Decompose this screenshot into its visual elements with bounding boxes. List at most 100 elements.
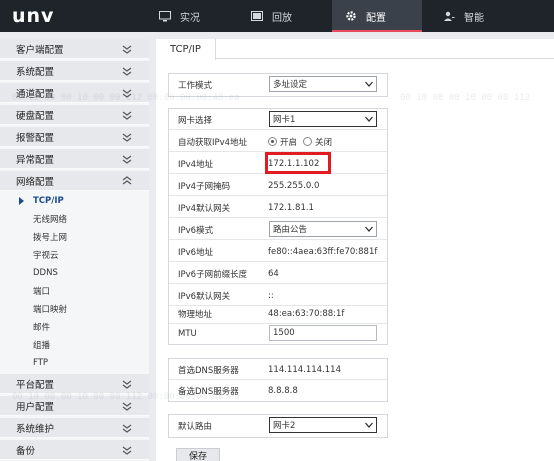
ipv6-mode-value: 路由公告 bbox=[273, 225, 308, 235]
row-nic-select: 网卡选择 网卡1 bbox=[169, 109, 387, 130]
chevron-down-icon bbox=[122, 424, 132, 433]
sidebar-item-exception-config[interactable]: 异常配置 bbox=[0, 149, 149, 169]
sidebar-sub-email[interactable]: 邮件 bbox=[0, 318, 149, 336]
row-mac-address: 物理地址 48:ea:63:70:88:1f bbox=[169, 303, 387, 324]
dns-primary-value: 114.114.114.114 bbox=[268, 364, 342, 375]
chevron-down-icon bbox=[122, 402, 132, 411]
work-mode-select[interactable]: 多址设定 bbox=[269, 76, 377, 92]
sidebar-sub-label: 组播 bbox=[33, 341, 51, 351]
mac-address-value: 48:ea:63:70:88:1f bbox=[268, 308, 345, 319]
chevron-down-icon bbox=[122, 67, 132, 76]
row-work-mode: 工作模式 多址设定 bbox=[169, 74, 387, 95]
sidebar-sub-label: 端口 bbox=[33, 287, 51, 297]
sidebar-item-label: 客户端配置 bbox=[16, 44, 64, 56]
nav-smart[interactable]: 智能 bbox=[430, 0, 520, 32]
row-ipv4-gateway: IPv4默认网关 172.1.81.1 bbox=[169, 197, 387, 218]
chevron-down-icon bbox=[122, 380, 132, 389]
tab-tcpip[interactable]: TCP/IP bbox=[156, 39, 216, 60]
panel-tab-bar: TCP/IP bbox=[156, 39, 554, 60]
sidebar-sub-dialup[interactable]: 拨号上网 bbox=[0, 228, 149, 246]
chevron-down-icon bbox=[122, 89, 132, 98]
row-dns-primary: 首选DNS服务器 114.114.114.114 bbox=[169, 359, 387, 380]
sidebar-item-network-config[interactable]: 网络配置 bbox=[0, 171, 149, 191]
ipv4-mask-value: 255.255.0.0 bbox=[268, 180, 320, 191]
nic-select[interactable]: 网卡1 bbox=[269, 111, 377, 127]
ipv6-mode-label: IPv6模式 bbox=[178, 225, 214, 236]
sidebar-sub-port-mapping[interactable]: 端口映射 bbox=[0, 300, 149, 318]
save-button[interactable]: 保存 bbox=[176, 448, 220, 461]
dhcp-radio-group: 开启 关闭 bbox=[268, 131, 338, 152]
default-route-label: 默认路由 bbox=[178, 421, 213, 432]
chevron-down-icon bbox=[122, 446, 132, 455]
sidebar-item-disk-config[interactable]: 硬盘配置 bbox=[0, 105, 149, 125]
dhcp-off-label: 关闭 bbox=[315, 137, 333, 148]
sidebar-item-label: 系统维护 bbox=[16, 423, 55, 435]
film-icon bbox=[250, 9, 264, 23]
sidebar-sub-cloud[interactable]: 宇视云 bbox=[0, 246, 149, 264]
nav-smart-label: 智能 bbox=[464, 12, 484, 24]
sidebar-item-label: 异常配置 bbox=[16, 154, 55, 166]
ipv6-address-label: IPv6地址 bbox=[178, 247, 214, 258]
nav-config-label: 配置 bbox=[366, 12, 386, 24]
brand-logo: unv bbox=[12, 5, 55, 27]
dropdown-arrow-icon bbox=[365, 81, 373, 87]
sidebar-sub-ddns[interactable]: DDNS bbox=[0, 264, 149, 282]
default-route-select[interactable]: 网卡2 bbox=[269, 417, 377, 433]
sidebar-item-system-maintenance[interactable]: 系统维护 bbox=[0, 418, 149, 438]
ipv6-prefix-value: 64 bbox=[268, 268, 279, 279]
caret-right-icon bbox=[19, 197, 24, 205]
nav-playback[interactable]: 回放 bbox=[240, 0, 320, 32]
sidebar-item-label: 备份 bbox=[16, 445, 36, 457]
dns-secondary-label: 备选DNS服务器 bbox=[178, 386, 239, 397]
row-ipv6-prefix: IPv6子网前缀长度 64 bbox=[169, 263, 387, 284]
sidebar-item-user-config[interactable]: 用户配置 bbox=[0, 396, 149, 416]
sidebar-item-label: 平台配置 bbox=[16, 379, 55, 391]
mtu-label: MTU bbox=[178, 328, 197, 339]
sidebar-sub-tcpip[interactable]: TCP/IP bbox=[0, 192, 149, 210]
chevron-down-icon bbox=[122, 45, 132, 54]
row-ipv4-mask: IPv4子网掩码 255.255.0.0 bbox=[169, 175, 387, 196]
sidebar-item-backup[interactable]: 备份 bbox=[0, 440, 149, 460]
ipv6-prefix-label: IPv6子网前缀长度 bbox=[178, 269, 248, 280]
user-scan-icon bbox=[442, 9, 456, 23]
sidebar-item-platform-config[interactable]: 平台配置 bbox=[0, 374, 149, 394]
ipv6-mode-select[interactable]: 路由公告 bbox=[269, 221, 377, 237]
sidebar-sub-wireless[interactable]: 无线网络 bbox=[0, 210, 149, 228]
sidebar-sub-multicast[interactable]: 组播 bbox=[0, 336, 149, 354]
ipv4-highlight-box bbox=[265, 152, 331, 174]
sidebar-item-label: 系统配置 bbox=[16, 66, 55, 78]
mtu-value: 1500 bbox=[273, 328, 295, 338]
dns-primary-label: 首选DNS服务器 bbox=[178, 365, 239, 376]
sidebar-item-label: 网络配置 bbox=[16, 176, 55, 188]
row-dhcp: 自动获取IPv4地址 开启 关闭 bbox=[169, 131, 387, 152]
dhcp-on-label: 开启 bbox=[280, 137, 298, 148]
sidebar-item-client-config[interactable]: 客户端配置 bbox=[0, 39, 149, 59]
mac-address-label: 物理地址 bbox=[178, 309, 213, 320]
row-default-route: 默认路由 网卡2 bbox=[169, 415, 387, 436]
chevron-down-icon bbox=[122, 133, 132, 142]
radio-dot bbox=[268, 137, 277, 146]
dropdown-arrow-icon bbox=[365, 422, 373, 428]
chevron-down-icon bbox=[122, 111, 132, 120]
sidebar-item-label: 用户配置 bbox=[16, 401, 55, 413]
sidebar-item-channel-config[interactable]: 通道配置 bbox=[0, 83, 149, 103]
dhcp-label: 自动获取IPv4地址 bbox=[178, 137, 248, 148]
sidebar-item-system-config[interactable]: 系统配置 bbox=[0, 61, 149, 81]
sidebar-sub-port[interactable]: 端口 bbox=[0, 282, 149, 300]
sidebar-sub-ftp[interactable]: FTP bbox=[0, 354, 149, 372]
sidebar-sub-label: FTP bbox=[33, 358, 49, 368]
mtu-input[interactable]: 1500 bbox=[269, 325, 377, 341]
radio-dot bbox=[303, 137, 313, 146]
sidebar-item-label: 通道配置 bbox=[16, 88, 55, 100]
nav-live[interactable]: 实况 bbox=[148, 0, 228, 32]
gear-icon bbox=[344, 9, 358, 23]
dhcp-on-radio[interactable]: 开启 bbox=[268, 136, 297, 148]
sidebar-sub-label: TCP/IP bbox=[33, 196, 64, 206]
nav-playback-label: 回放 bbox=[272, 12, 292, 24]
row-dns-secondary: 备选DNS服务器 8.8.8.8 bbox=[169, 380, 387, 401]
sidebar-sub-label: 端口映射 bbox=[33, 305, 68, 315]
dhcp-off-radio[interactable]: 关闭 bbox=[303, 136, 332, 148]
sidebar-item-alarm-config[interactable]: 报警配置 bbox=[0, 127, 149, 147]
nav-config[interactable]: 配置 bbox=[332, 0, 422, 32]
row-mtu: MTU 1500 bbox=[169, 323, 387, 344]
